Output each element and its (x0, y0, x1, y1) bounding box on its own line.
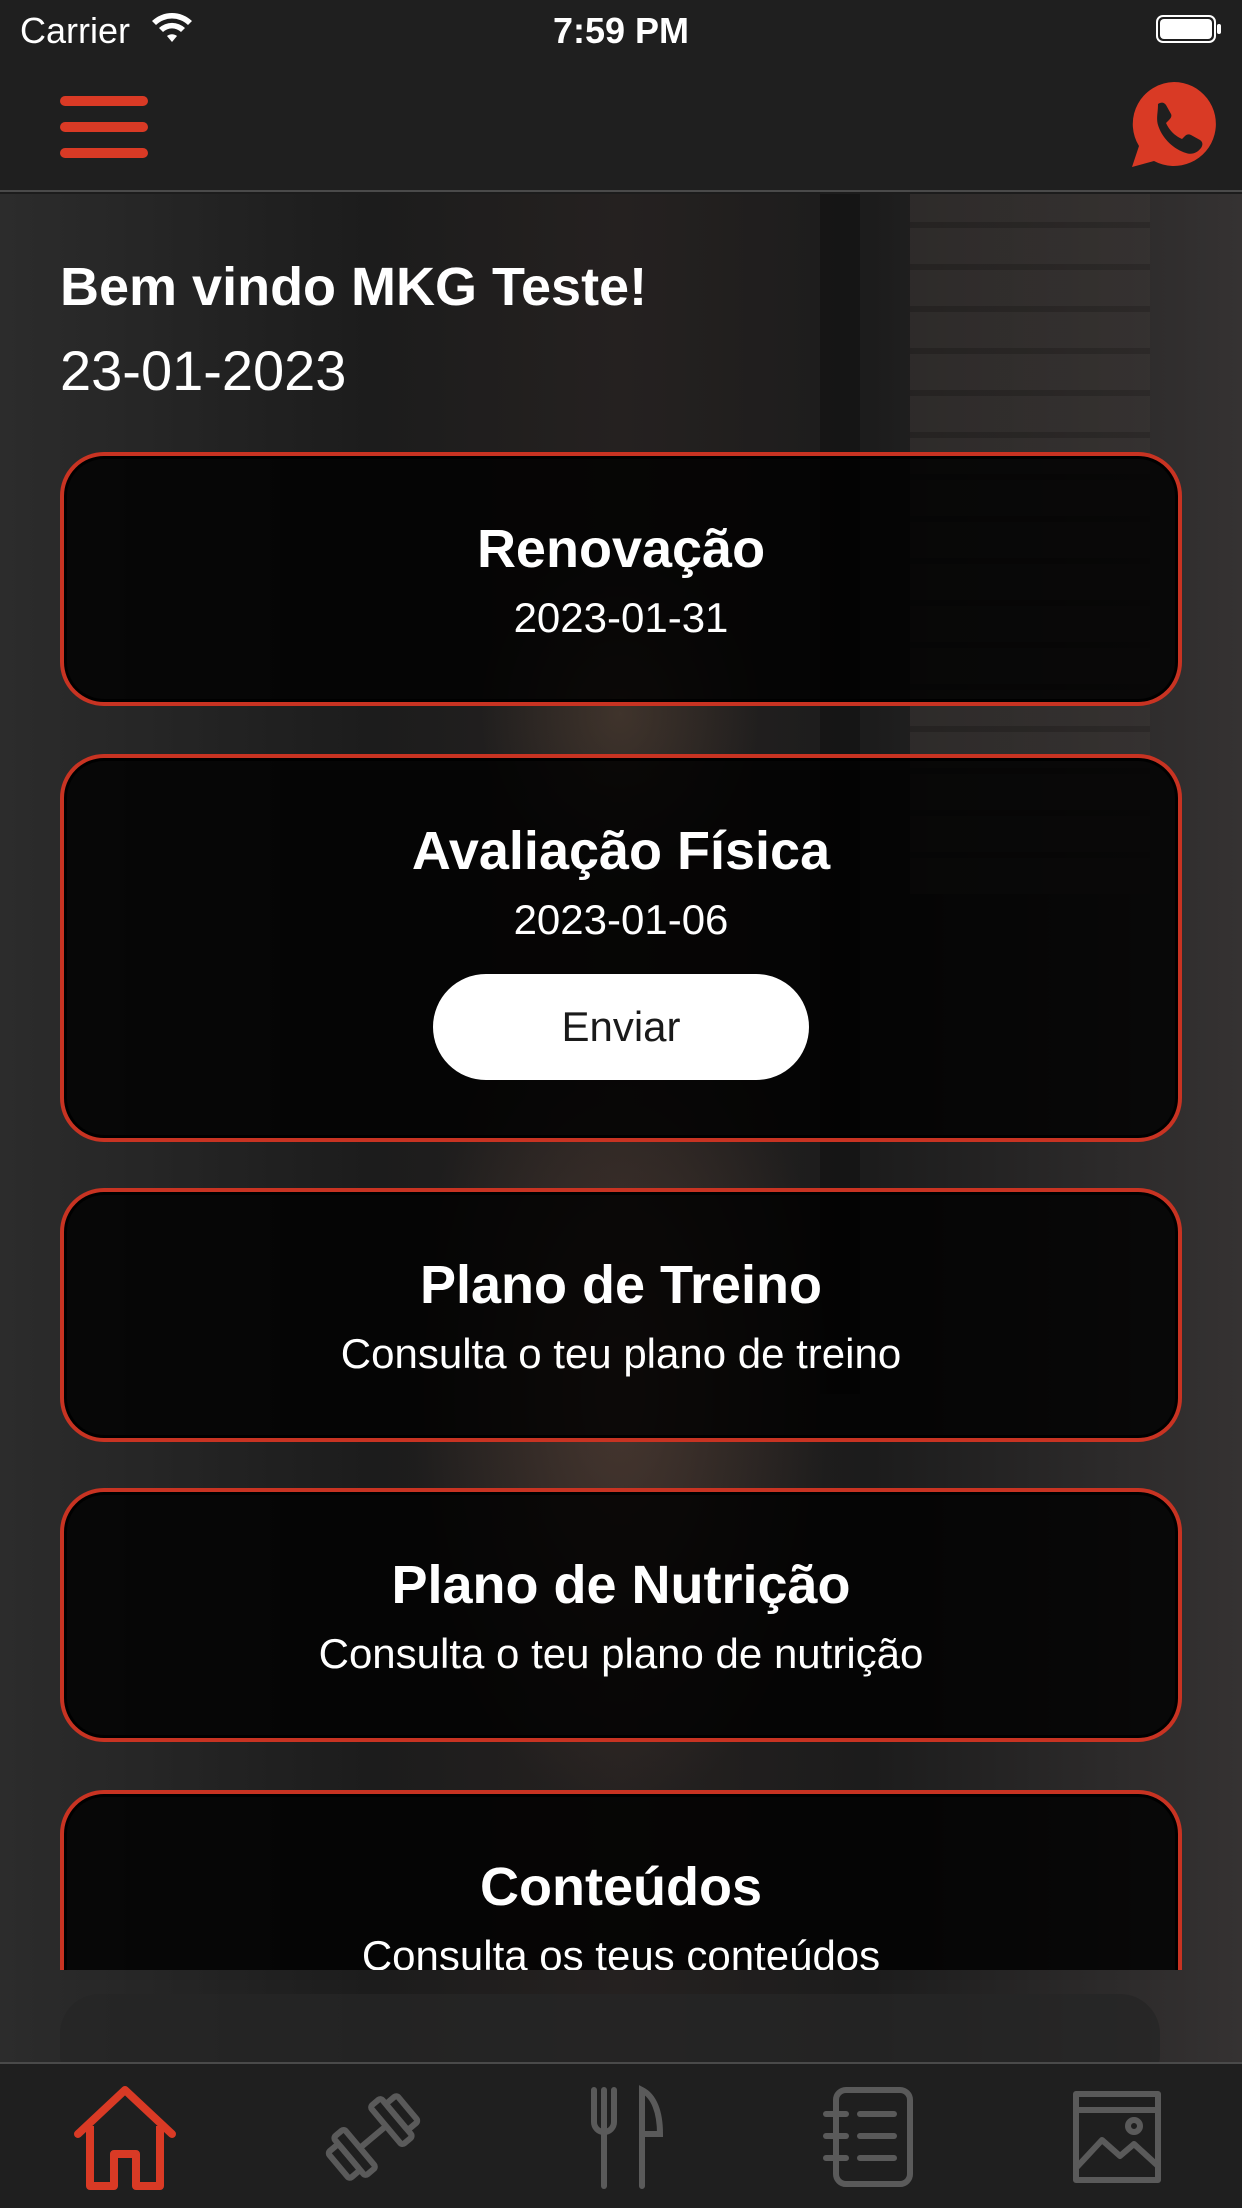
cards-scroll-area[interactable]: Renovação 2023-01-31 Avaliação Física 20… (0, 440, 1242, 1970)
training-plan-card[interactable]: Plano de Treino Consulta o teu plano de … (60, 1188, 1182, 1442)
battery-icon (1156, 15, 1221, 43)
welcome-greeting: Bem vindo MKG Teste! (60, 257, 648, 317)
card-subtitle: Consulta o teu plano de nutrição (318, 1630, 924, 1677)
contents-card[interactable]: Conteúdos Consulta os teus conteúdos (60, 1790, 1182, 1970)
notes-list-icon (823, 2087, 913, 2187)
card-title: Plano de Nutrição (391, 1555, 851, 1615)
gallery-image-icon (1073, 2091, 1161, 2183)
status-bar: Carrier 7:59 PM (0, 0, 1242, 60)
card-subtitle: 2023-01-31 (513, 594, 729, 641)
fork-knife-icon (591, 2085, 664, 2189)
tab-workout[interactable] (248, 2076, 496, 2196)
card-title: Plano de Treino (419, 1255, 823, 1315)
renewal-card[interactable]: Renovação 2023-01-31 (60, 452, 1182, 706)
tab-nutrition[interactable] (496, 2076, 744, 2196)
send-button[interactable]: Enviar (433, 974, 809, 1080)
card-subtitle: Consulta os teus conteúdos (361, 1932, 881, 1970)
home-icon (74, 2086, 176, 2190)
whatsapp-icon[interactable] (1128, 78, 1220, 170)
dumbbell-icon (325, 2093, 421, 2181)
card-title: Renovação (476, 519, 766, 579)
card-subtitle: 2023-01-06 (513, 896, 729, 943)
top-nav-bar (0, 60, 1242, 192)
tab-home[interactable] (0, 2076, 248, 2196)
card-title: Avaliação Física (411, 821, 831, 881)
physical-assessment-card[interactable]: Avaliação Física 2023-01-06 Enviar (60, 754, 1182, 1142)
nutrition-plan-card[interactable]: Plano de Nutrição Consulta o teu plano d… (60, 1488, 1182, 1742)
card-subtitle: Consulta o teu plano de treino (340, 1330, 902, 1377)
card-title: Conteúdos (480, 1857, 762, 1917)
hamburger-menu-icon[interactable] (56, 94, 152, 160)
tab-gallery[interactable] (992, 2076, 1240, 2196)
tab-notes[interactable] (744, 2076, 992, 2196)
current-date: 23-01-2023 (60, 339, 347, 402)
clock: 7:59 PM (552, 10, 690, 51)
bottom-tab-bar (0, 2062, 1242, 2208)
